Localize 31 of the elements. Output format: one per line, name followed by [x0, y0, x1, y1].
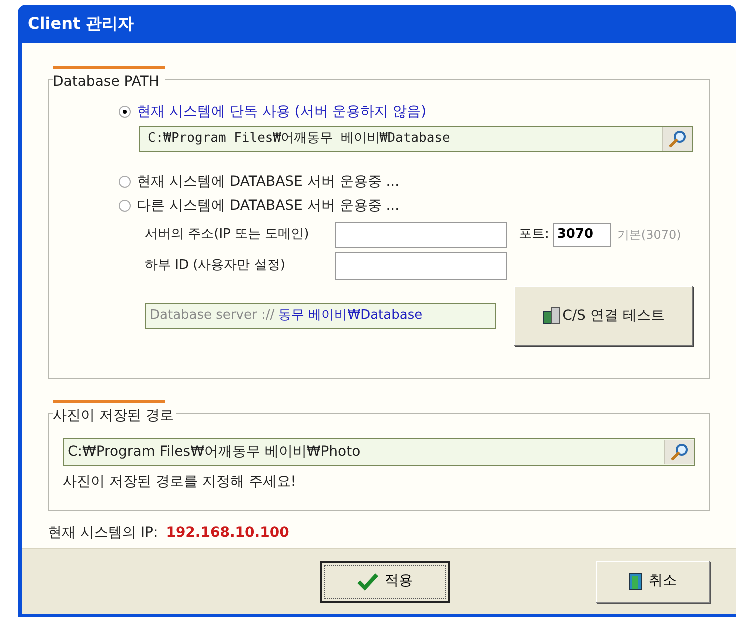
search-icon	[668, 130, 686, 148]
radio-button[interactable]	[119, 106, 131, 118]
radio-button[interactable]	[119, 176, 131, 188]
port-default-text: 기본(3070)	[617, 227, 682, 244]
cancel-button[interactable]: 취소	[596, 560, 710, 602]
path-field[interactable]: C:₩Program Files₩어깨동무 베이비₩Database	[139, 126, 693, 152]
server-url-text: 동무 베이비₩Database	[278, 307, 423, 326]
radio-option[interactable]: 현재 시스템에 단독 사용 (서버 운용하지 않음)	[119, 100, 693, 124]
server-icon	[542, 306, 561, 326]
ip-label: 현재 시스템의 IP:	[48, 524, 158, 543]
ip-address: 192.168.10.100	[166, 524, 290, 543]
field-label: 하부 ID (사용자만 설정)	[145, 257, 286, 276]
search-icon	[670, 443, 688, 461]
window-title: Client 관리자	[28, 13, 134, 35]
browse-button[interactable]	[664, 440, 694, 464]
server-address-field[interactable]	[335, 222, 507, 248]
checkmark-icon	[357, 572, 379, 590]
field-label: 포트:	[519, 226, 550, 244]
field-label: 서버의 주소(IP 또는 도메인)	[145, 226, 310, 244]
photo-path-field[interactable]: C:₩Program Files₩어깨동무 베이비₩Photo	[63, 438, 695, 466]
browse-button[interactable]	[662, 127, 692, 151]
radio-option[interactable]: 현재 시스템에 DATABASE 서버 운용중 ...	[119, 170, 693, 194]
server-url-prefix: Database server ://	[150, 307, 275, 326]
radio-button[interactable]	[119, 200, 131, 212]
connection-test-button[interactable]: C/S 연결 테스트	[514, 286, 693, 346]
hint-text: 사진이 저장된 경로를 지정해 주세요!	[63, 473, 298, 492]
apply-button[interactable]: 적용	[320, 560, 450, 602]
radio-option[interactable]: 다른 시스템에 DATABASE 서버 운용중 ...	[119, 194, 693, 218]
sub-id-field[interactable]	[335, 252, 507, 280]
port-field[interactable]: 3070	[553, 223, 612, 247]
door-icon	[629, 572, 643, 590]
